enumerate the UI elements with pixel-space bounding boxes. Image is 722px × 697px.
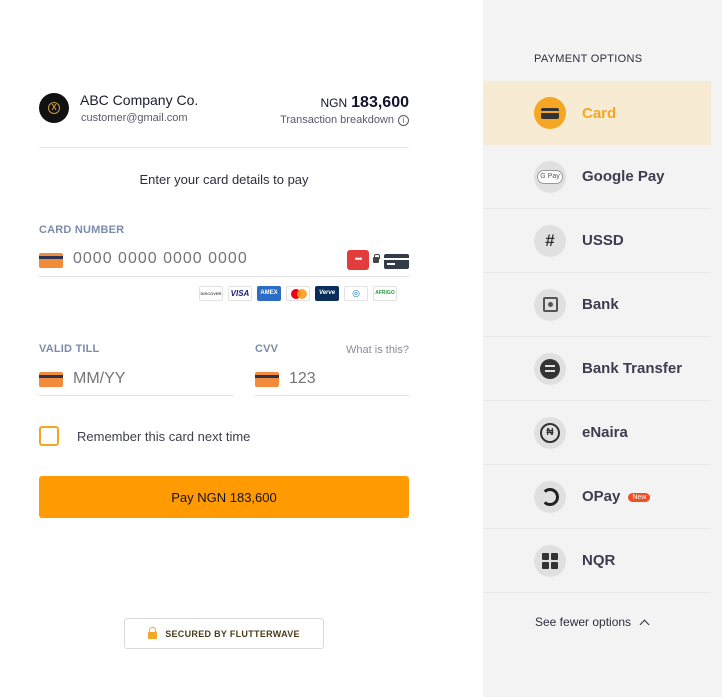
opay-icon (534, 480, 566, 513)
expiry-input[interactable] (73, 370, 213, 388)
password-dots-icon: ••• (347, 250, 369, 270)
option-card[interactable]: Card (483, 81, 711, 145)
card-back-icon (255, 372, 279, 387)
verve-icon: Verve (315, 286, 339, 301)
currency-code: NGN (320, 96, 348, 110)
cvv-field (255, 364, 429, 396)
divider (39, 147, 409, 148)
card-brand-icon (384, 254, 409, 269)
cvv-help-link[interactable]: What is this? (346, 344, 409, 356)
option-label: Bank (582, 296, 619, 313)
remember-card-row: Remember this card next time (39, 426, 250, 446)
google-pay-icon: G Pay (534, 160, 566, 193)
card-number-label: CARD NUMBER (39, 224, 125, 236)
customer-email: customer@gmail.com (81, 112, 188, 124)
remember-card-label: Remember this card next time (77, 428, 251, 444)
option-bank[interactable]: Bank (483, 273, 711, 337)
card-number-input[interactable] (73, 250, 333, 268)
bank-transfer-icon (534, 352, 566, 385)
see-fewer-options-button[interactable]: See fewer options (535, 615, 650, 629)
amount-value: 183,600 (351, 94, 409, 111)
payment-form-panel: X ABC Company Co. customer@gmail.com NGN… (0, 0, 483, 697)
option-label: eNaira (582, 424, 628, 441)
lock-icon (148, 626, 158, 639)
hash-icon: # (534, 224, 566, 257)
qr-icon (534, 544, 566, 577)
info-icon[interactable]: i (398, 114, 409, 126)
option-google-pay[interactable]: G Pay Google Pay (483, 145, 711, 209)
merchant-logo: X (39, 93, 69, 123)
card-icon (39, 253, 63, 268)
option-opay[interactable]: OPay New (483, 465, 711, 529)
chevron-up-icon (639, 619, 650, 629)
payment-options-sidebar: PAYMENT OPTIONS Card G Pay Google Pay # … (483, 0, 722, 697)
afrigo-icon: AFRIGO (373, 286, 397, 301)
option-label: Google Pay (582, 168, 665, 185)
diners-icon: ◎ (344, 286, 368, 301)
merchant-header: X ABC Company Co. customer@gmail.com NGN… (39, 92, 409, 132)
expiry-field (39, 364, 234, 396)
remember-card-checkbox[interactable] (39, 426, 59, 446)
cvv-input[interactable] (289, 370, 429, 388)
card-brands: DISCOVER VISA AMEX Verve ◎ AFRIGO (199, 286, 397, 301)
merchant-name: ABC Company Co. (80, 92, 199, 108)
amex-icon: AMEX (257, 286, 281, 301)
card-icon (534, 97, 566, 129)
payment-options-list: Card G Pay Google Pay # USSD Bank Bank T… (483, 81, 711, 593)
option-nqr[interactable]: NQR (483, 529, 711, 593)
visa-icon: VISA (228, 286, 252, 301)
payment-amount: NGN 183,600 (320, 94, 409, 112)
transaction-breakdown-link[interactable]: Transaction breakdown i (280, 114, 409, 126)
new-badge: New (628, 493, 651, 502)
pay-button[interactable]: Pay NGN 183,600 (39, 476, 409, 518)
enaira-icon: ₦ (534, 416, 566, 449)
option-label: NQR (582, 552, 616, 569)
cvv-label: CVV (255, 343, 279, 355)
option-bank-transfer[interactable]: Bank Transfer (483, 337, 711, 401)
bank-icon (534, 288, 566, 321)
lock-icon (373, 254, 380, 263)
option-enaira[interactable]: ₦ eNaira (483, 401, 711, 465)
payment-options-heading: PAYMENT OPTIONS (534, 53, 643, 65)
card-number-field: ••• (39, 244, 409, 277)
discover-icon: DISCOVER (199, 286, 223, 301)
option-label: OPay (582, 488, 621, 505)
mastercard-icon (286, 286, 310, 301)
option-ussd[interactable]: # USSD (483, 209, 711, 273)
option-label: Bank Transfer (582, 360, 683, 377)
form-instruction: Enter your card details to pay (139, 172, 309, 187)
see-fewer-label: See fewer options (535, 615, 632, 629)
card-icon (39, 372, 63, 387)
valid-till-label: VALID TILL (39, 343, 100, 355)
option-label: Card (582, 104, 617, 122)
secured-label: SECURED BY FLUTTERWAVE (165, 628, 300, 639)
breakdown-label: Transaction breakdown (280, 114, 394, 126)
option-label: USSD (582, 232, 624, 249)
secured-badge: SECURED BY FLUTTERWAVE (124, 618, 324, 649)
